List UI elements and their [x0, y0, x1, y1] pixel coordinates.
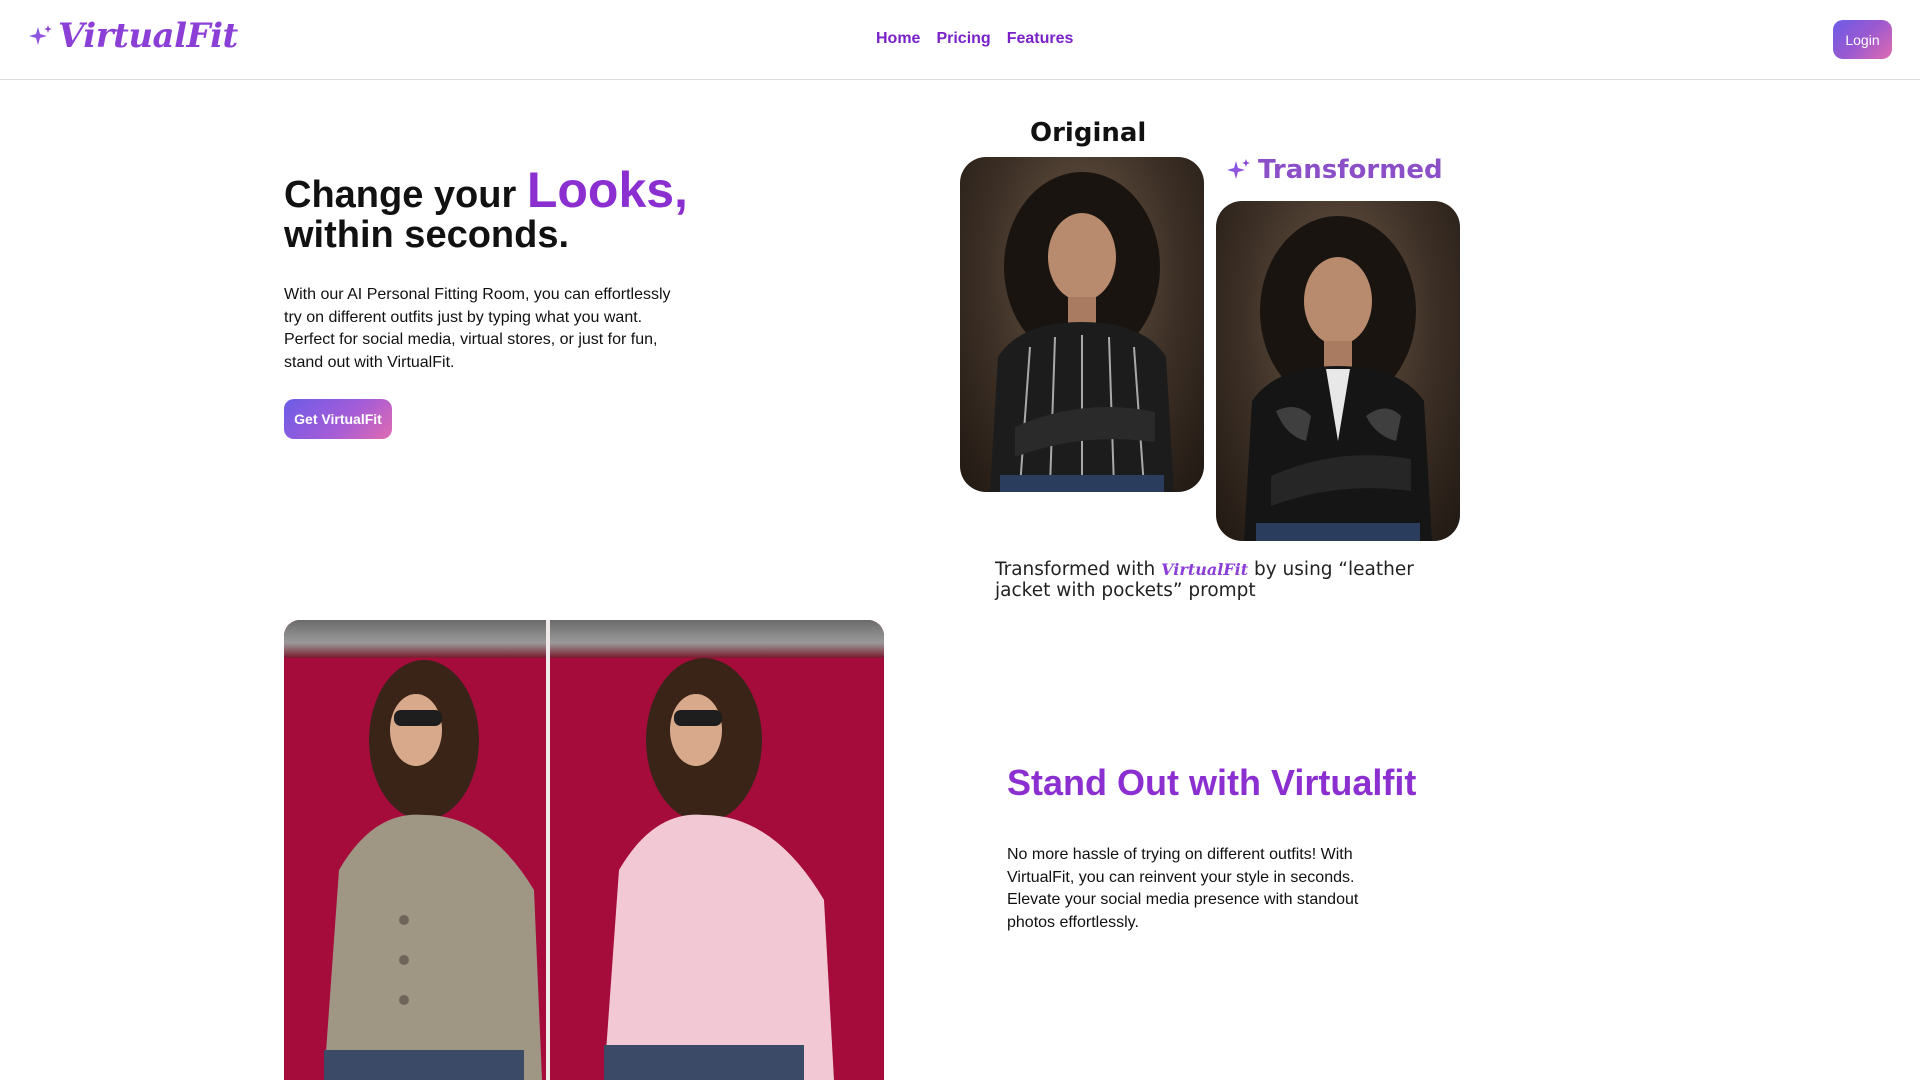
login-button[interactable]: Login	[1833, 20, 1892, 59]
original-label: Original	[1030, 118, 1147, 148]
get-virtualfit-button[interactable]: Get VirtualFit	[284, 399, 392, 439]
outfit-comparison-photo	[284, 620, 884, 1080]
logo[interactable]: VirtualFit	[28, 16, 238, 56]
transformed-heading: Transformed	[1226, 155, 1443, 185]
hero-title: Change your Looks, within seconds.	[284, 165, 688, 256]
hero-title-line2: within seconds.	[284, 214, 570, 256]
nav-pricing-link[interactable]: Pricing	[936, 30, 990, 48]
hero-title-highlight: Looks,	[526, 162, 688, 218]
transformation-caption: Transformed with VirtualFit by using “le…	[995, 559, 1415, 601]
nav-features-link[interactable]: Features	[1007, 30, 1074, 48]
top-navbar: VirtualFit Home Pricing Features Login	[0, 0, 1920, 80]
sparkle-icon	[29, 25, 52, 45]
hero-title-prefix: Change your	[284, 174, 527, 216]
stand-out-title: Stand Out with Virtualfit	[1007, 762, 1417, 803]
original-figure	[990, 172, 1174, 492]
main-nav: Home Pricing Features	[876, 30, 1073, 48]
nav-home-link[interactable]: Home	[876, 30, 920, 48]
logo-text: VirtualFit	[58, 16, 238, 56]
outfit-figures	[324, 658, 834, 1080]
original-photo	[960, 157, 1204, 492]
caption-brand: VirtualFit	[1161, 560, 1249, 579]
transformed-photo	[1216, 201, 1460, 541]
photo-divider	[546, 620, 550, 1080]
hero-description: With our AI Personal Fitting Room, you c…	[284, 286, 671, 371]
stand-out-description: No more hassle of trying on different ou…	[1007, 846, 1359, 931]
sparkle-icon	[1227, 159, 1250, 179]
transformed-figure	[1244, 216, 1432, 541]
transformed-label: Transformed	[1258, 155, 1443, 185]
caption-prefix: Transformed with	[995, 559, 1162, 580]
